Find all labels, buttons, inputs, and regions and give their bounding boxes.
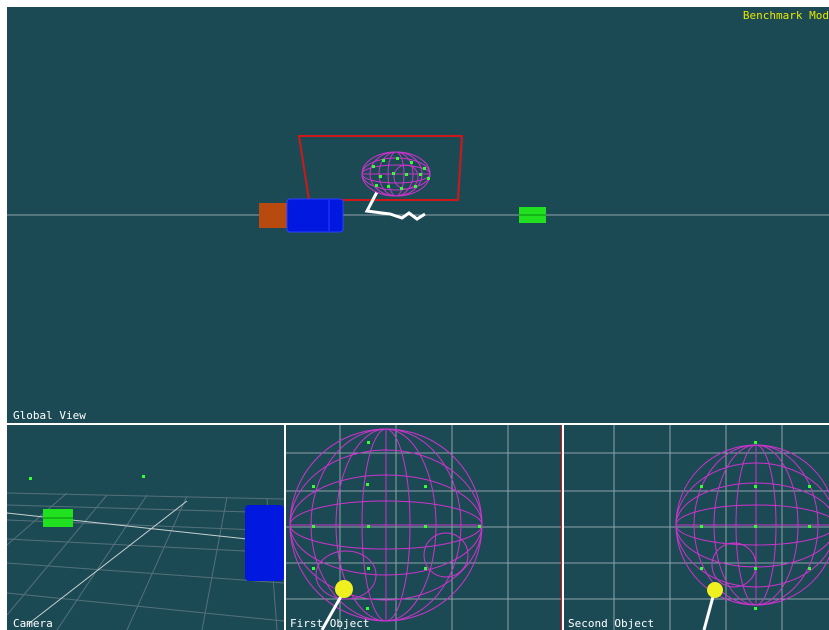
global-view-scene — [7, 135, 829, 233]
blue-box — [286, 198, 344, 233]
camera-viewport[interactable]: Camera — [7, 425, 284, 630]
camera-scene — [7, 475, 284, 630]
camera-marker — [142, 475, 145, 478]
orange-box — [259, 203, 289, 228]
global-view-viewport[interactable]: Benchmark Mod Global View — [7, 7, 829, 423]
second-object-grid — [564, 425, 829, 630]
second-wireframe-sphere — [675, 444, 829, 606]
second-probe-ball — [707, 582, 723, 598]
global-view-label: Global View — [13, 409, 86, 422]
selection-frame — [297, 135, 464, 201]
second-object-viewport[interactable]: Second Object — [564, 425, 829, 630]
camera-marker — [29, 477, 32, 480]
first-object-label: First Object — [290, 617, 370, 630]
second-object-label: Second Object — [568, 617, 655, 630]
second-object-scene — [564, 425, 829, 630]
first-object-viewport[interactable]: First Object — [286, 425, 562, 630]
first-object-scene — [286, 425, 562, 630]
camera-label: Camera — [13, 617, 53, 630]
camera-blue-box — [245, 505, 284, 581]
first-probe-ball — [335, 580, 353, 598]
first-wireframe-sphere — [289, 428, 483, 622]
mode-indicator: Benchmark Mod — [742, 9, 829, 22]
